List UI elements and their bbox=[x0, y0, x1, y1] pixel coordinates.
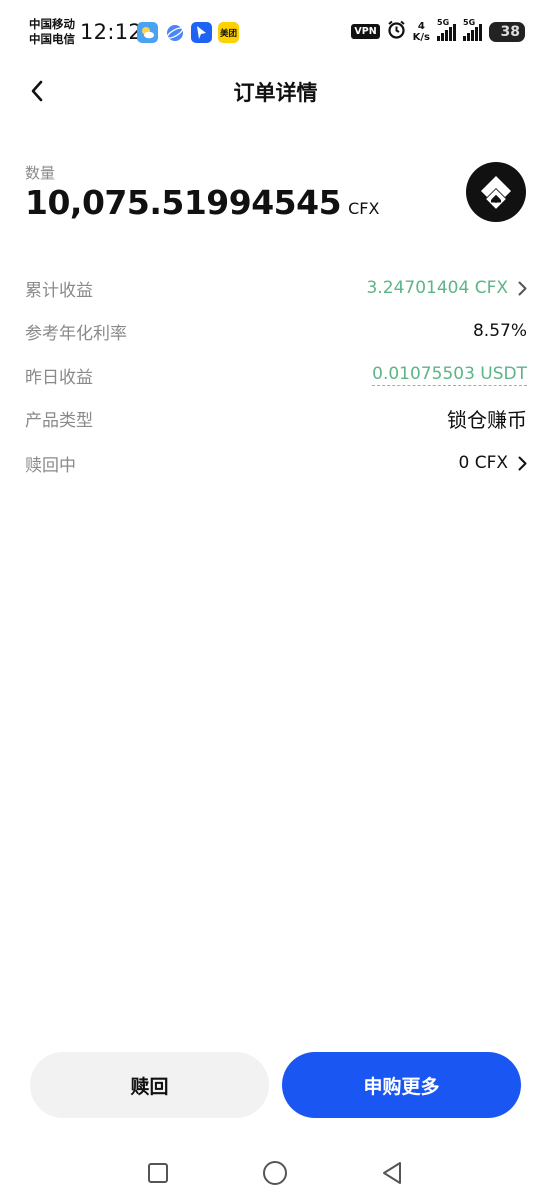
home-button[interactable] bbox=[260, 1158, 290, 1188]
meituan-icon: 美团 bbox=[218, 22, 239, 43]
feishu-icon bbox=[191, 22, 212, 43]
carrier-info: 中国移动 中国电信 bbox=[29, 17, 75, 47]
chevron-right-icon bbox=[518, 281, 527, 295]
carrier-2: 中国电信 bbox=[29, 32, 75, 46]
detail-label: 产品类型 bbox=[25, 410, 93, 431]
recent-apps-button[interactable] bbox=[143, 1158, 173, 1188]
detail-label: 昨日收益 bbox=[25, 367, 93, 388]
detail-value: 8.57% bbox=[472, 321, 527, 341]
page-header: 订单详情 bbox=[0, 66, 551, 116]
status-time: 12:12 bbox=[80, 20, 143, 44]
quantity-unit: CFX bbox=[348, 199, 380, 218]
square-icon bbox=[148, 1163, 168, 1183]
browser-icon bbox=[164, 22, 185, 43]
carrier-1: 中国移动 bbox=[29, 17, 75, 31]
chevron-right-icon bbox=[518, 456, 527, 470]
signal-1-icon: 5G bbox=[437, 18, 456, 41]
notification-icons: 美团 bbox=[137, 22, 239, 43]
detail-label: 赎回中 bbox=[25, 455, 76, 476]
alarm-icon bbox=[387, 20, 406, 43]
battery-icon: 38 bbox=[489, 21, 525, 42]
conflux-logo-icon bbox=[466, 162, 526, 222]
detail-value: 锁仓赚币 bbox=[447, 407, 527, 432]
circle-icon bbox=[263, 1161, 287, 1185]
system-indicators: VPN 4 K/s 5G 5G 38 bbox=[351, 18, 525, 43]
detail-value: 0 CFX bbox=[458, 453, 527, 473]
redeem-button[interactable]: 赎回 bbox=[30, 1052, 269, 1118]
status-bar: 中国移动 中国电信 12:12 美团 VPN 4 K/s 5G 5G 38 bbox=[0, 0, 551, 66]
detail-value: 3.24701404 CFX bbox=[367, 278, 527, 298]
weather-icon bbox=[137, 22, 158, 43]
triangle-back-icon bbox=[383, 1162, 401, 1184]
quantity-label: 数量 bbox=[25, 164, 56, 182]
page-title: 订单详情 bbox=[233, 81, 318, 105]
detail-row-redeeming[interactable]: 赎回中 0 CFX bbox=[25, 448, 527, 478]
detail-value[interactable]: 0.01075503 USDT bbox=[372, 364, 527, 386]
detail-row-yesterday-earnings[interactable]: 昨日收益 0.01075503 USDT bbox=[25, 360, 527, 390]
battery-level: 38 bbox=[500, 23, 520, 40]
system-nav-bar bbox=[0, 1146, 551, 1200]
detail-label: 累计收益 bbox=[25, 280, 93, 301]
network-speed: 4 K/s bbox=[412, 20, 430, 43]
signal-2-icon: 5G bbox=[463, 18, 482, 41]
quantity-row: 10,075.51994545 CFX bbox=[25, 183, 379, 222]
subscribe-more-button[interactable]: 申购更多 bbox=[282, 1052, 521, 1118]
detail-row-apr: 参考年化利率 8.57% bbox=[25, 316, 527, 346]
vpn-badge: VPN bbox=[351, 24, 380, 39]
system-back-button[interactable] bbox=[377, 1158, 407, 1188]
detail-row-cumulative-earnings[interactable]: 累计收益 3.24701404 CFX bbox=[25, 273, 527, 303]
detail-label: 参考年化利率 bbox=[25, 323, 127, 344]
detail-row-product-type: 产品类型 锁仓赚币 bbox=[25, 403, 527, 433]
quantity-value: 10,075.51994545 bbox=[25, 183, 342, 222]
